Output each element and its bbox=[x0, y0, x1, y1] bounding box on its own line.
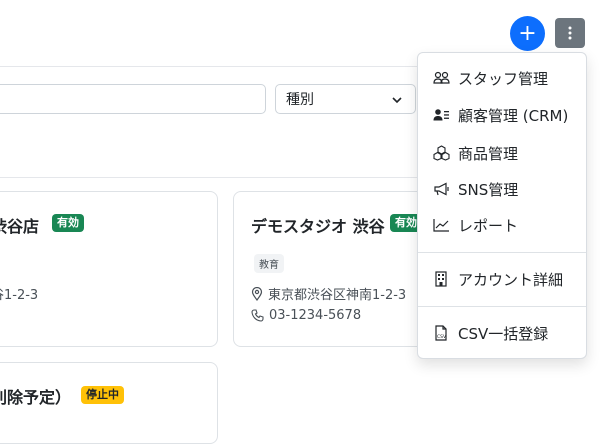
add-button[interactable]: + bbox=[510, 16, 545, 51]
menu-item-label: CSV一括登録 bbox=[458, 324, 549, 343]
menu-item-csv-import[interactable]: CSV CSV一括登録 bbox=[418, 317, 586, 349]
status-badge: 停止中 bbox=[81, 386, 124, 404]
graph-icon bbox=[432, 216, 450, 234]
boxes-icon bbox=[432, 144, 450, 162]
store-name: 渋谷店 bbox=[0, 217, 40, 236]
building-icon bbox=[432, 270, 450, 288]
menu-item-sns[interactable]: SNS管理 bbox=[418, 173, 586, 205]
store-phone: 03-1234-5678 bbox=[269, 308, 362, 323]
plus-icon: + bbox=[518, 20, 537, 46]
svg-text:CSV: CSV bbox=[437, 334, 447, 340]
menu-item-products[interactable]: 商品管理 bbox=[418, 137, 586, 169]
status-badge: 有効 bbox=[52, 214, 84, 232]
person-lines-icon bbox=[432, 106, 450, 124]
menu-item-label: SNS管理 bbox=[458, 180, 519, 199]
menu-item-label: 顧客管理 (CRM) bbox=[458, 106, 569, 125]
menu-divider bbox=[418, 306, 586, 307]
filter-panel bbox=[0, 66, 432, 178]
store-name: 削除予定） bbox=[0, 388, 72, 407]
type-select[interactable]: 種別 bbox=[275, 84, 416, 114]
vertical-dots-icon bbox=[568, 26, 572, 40]
menu-divider bbox=[418, 252, 586, 253]
type-select-value: 種別 bbox=[286, 92, 314, 108]
store-card[interactable]: 削除予定） 停止中 bbox=[0, 362, 218, 444]
store-phone-row: 03-1234-5678 bbox=[251, 308, 361, 323]
more-options-menu: スタッフ管理 顧客管理 (CRM) 商品管理 SNS管理 レポート アカウント詳… bbox=[417, 52, 587, 359]
store-address: 谷1-2-3 bbox=[0, 288, 39, 303]
megaphone-icon bbox=[432, 180, 450, 198]
menu-item-label: スタッフ管理 bbox=[458, 69, 549, 88]
store-address-row: 東京都渋谷区神南1-2-3 bbox=[251, 284, 406, 303]
menu-item-label: 商品管理 bbox=[458, 144, 519, 163]
category-tag: 教育 bbox=[254, 254, 284, 273]
more-options-button[interactable] bbox=[555, 18, 585, 48]
store-card[interactable]: 渋谷店 有効 谷1-2-3 bbox=[0, 191, 218, 347]
search-input[interactable] bbox=[0, 84, 266, 114]
phone-icon bbox=[251, 309, 264, 322]
menu-item-reports[interactable]: レポート bbox=[418, 209, 586, 241]
csv-file-icon: CSV bbox=[432, 324, 450, 342]
menu-item-account[interactable]: アカウント詳細 bbox=[418, 263, 586, 295]
menu-item-label: アカウント詳細 bbox=[458, 270, 564, 289]
menu-item-staff[interactable]: スタッフ管理 bbox=[418, 62, 586, 94]
people-icon bbox=[432, 69, 450, 87]
store-name: デモスタジオ 渋谷 bbox=[251, 217, 385, 236]
menu-item-crm[interactable]: 顧客管理 (CRM) bbox=[418, 99, 586, 131]
chevron-down-icon bbox=[392, 97, 402, 104]
location-icon bbox=[251, 286, 263, 301]
store-address: 東京都渋谷区神南1-2-3 bbox=[268, 288, 407, 303]
menu-item-label: レポート bbox=[458, 216, 519, 235]
